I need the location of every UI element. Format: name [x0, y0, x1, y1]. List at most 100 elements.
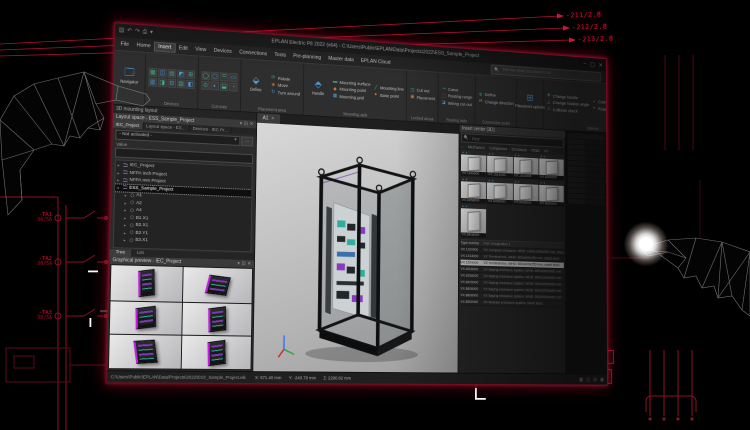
navigator-tab[interactable]: Devices - IEC Pr…	[190, 125, 233, 134]
device-tool-icon[interactable]: ⊟	[167, 79, 176, 88]
ribbon-tab[interactable]: Devices	[210, 46, 236, 55]
part-tile[interactable]: ✦✦ VX.1513000	[487, 151, 512, 178]
device-tool-icon[interactable]: ◫	[158, 68, 167, 77]
column-type-number[interactable]: Type number	[461, 240, 484, 246]
quick-access-icon[interactable]: ↶	[127, 24, 132, 38]
breadcrumb-item[interactable]: VX	[544, 149, 549, 154]
panel-header-icon[interactable]: ▾	[240, 121, 242, 127]
ribbon-tab[interactable]: Insert	[154, 42, 175, 51]
device-tool-icon[interactable]: ▦	[149, 68, 158, 77]
device-tool-icon[interactable]: ◧	[186, 80, 195, 89]
tree-expander-icon[interactable]: ▸	[118, 163, 122, 168]
status-icon[interactable]: ⊞	[593, 377, 596, 383]
ribbon-button[interactable]: ⌗Relative coordinate input	[592, 106, 606, 114]
ribbon-tab[interactable]: Tools	[271, 50, 290, 59]
quick-access-icon[interactable]: ↷	[135, 25, 140, 39]
breadcrumb-item[interactable]: ⌂	[461, 144, 463, 149]
device-tool-icon[interactable]: ▤	[168, 69, 177, 78]
device-tool-icon[interactable]: ▥	[148, 77, 157, 86]
breadcrumb-item[interactable]: Rittal	[531, 148, 539, 153]
cutout-tool-icon[interactable]: ⬭	[220, 72, 228, 81]
tree-expander-icon[interactable]: ▸	[124, 230, 128, 235]
tree-expander-icon[interactable]: ▸	[124, 215, 128, 220]
window-control-icon[interactable]: ✕	[599, 62, 603, 69]
ribbon-button[interactable]: ✥Move	[270, 82, 300, 90]
cutout-tool-icon[interactable]: ◐	[211, 81, 220, 90]
ribbon-button[interactable]: ▦Mounting grid	[332, 93, 370, 101]
window-control-icon[interactable]: ▢	[590, 61, 595, 68]
status-icon[interactable]: ▣	[600, 377, 604, 383]
property-row[interactable]	[568, 199, 605, 205]
preview-thumbnail[interactable]	[109, 335, 181, 369]
part-tile[interactable]: ✦✦ VX.8208000	[539, 154, 564, 181]
part-tile[interactable]: ✦✦ VX.8405000	[487, 178, 512, 205]
part-tile[interactable]: ✦✦ VX.8808000	[539, 180, 564, 207]
status-icon[interactable]: ◱	[586, 377, 590, 383]
ribbon-button[interactable]: ↻Turn around	[270, 89, 300, 97]
part-tile[interactable]: ✦✦ VX.8258000	[461, 177, 487, 204]
tree-expander-icon[interactable]: ▸	[124, 208, 128, 213]
part-tile[interactable]: ✦✦ VX.8608000	[513, 179, 538, 206]
define-button[interactable]: ⬙ Define	[244, 75, 268, 93]
3d-viewport[interactable]	[253, 123, 458, 373]
ribbon-button[interactable]: ◪Wiring cut-out	[441, 100, 472, 107]
ribbon-button[interactable]: ◳Cut out	[410, 87, 435, 94]
ribbon-tab[interactable]: EPLAN Cloud	[357, 56, 394, 66]
panel-header-icon[interactable]: ⊡	[242, 261, 246, 267]
ribbon-tab[interactable]: Edit	[175, 44, 192, 53]
panel-header-icon[interactable]: ✕	[250, 121, 254, 127]
ribbon-button[interactable]: ⚠Collision check	[546, 106, 589, 114]
device-tool-icon[interactable]: ⊞	[186, 70, 195, 79]
ribbon-tab[interactable]: View	[191, 45, 210, 54]
cutout-tool-icon[interactable]: ⬓	[220, 82, 228, 91]
ribbon-tab[interactable]: Master data	[325, 54, 358, 64]
tree-expander-icon[interactable]: ▸	[125, 193, 129, 198]
quick-access-icon[interactable]: ▤	[119, 24, 125, 38]
breadcrumb-item[interactable]: Enclosure	[512, 147, 527, 152]
placement-options-button[interactable]: ⊞ Placement options	[519, 93, 540, 110]
tree-expander-icon[interactable]: ▸	[124, 238, 128, 243]
quick-access-icon[interactable]: ⎙	[142, 25, 147, 39]
cutout-tool-icon[interactable]: ◯	[201, 71, 210, 80]
navigator-tab[interactable]: IEC_Project	[113, 121, 144, 130]
panel-header-icon[interactable]: ✕	[247, 261, 251, 267]
parts-table-row[interactable]: VX.8000000 VX Modular enclosure system, …	[460, 299, 563, 308]
tree-expander-icon[interactable]: ▸	[117, 178, 121, 183]
part-tile[interactable]: ✦✦ VX.1524000	[513, 152, 538, 179]
ribbon-tab[interactable]: Connections	[235, 48, 270, 58]
ribbon-tab[interactable]: Home	[133, 41, 155, 50]
preview-thumbnail[interactable]	[181, 336, 251, 369]
cutout-tool-icon[interactable]: ◔	[229, 83, 237, 92]
filter-more-button[interactable]: …	[241, 136, 253, 146]
handle-button[interactable]: ⬘ Handle	[306, 79, 329, 97]
tree-expander-icon[interactable]: ▸	[124, 200, 128, 205]
preview-thumbnail[interactable]	[111, 265, 183, 301]
tree-expander-icon[interactable]: ▸	[117, 170, 121, 175]
ribbon-tab[interactable]: File	[117, 40, 133, 49]
selected-part-tile[interactable]: ✦✦ VX.8608000	[461, 204, 486, 238]
part-tile[interactable]: ✦✦ VX.1100000	[461, 150, 487, 177]
device-tool-icon[interactable]: ◨	[158, 78, 167, 87]
panel-header-icon[interactable]: ⊡	[244, 121, 248, 127]
navigator-tab[interactable]: Layout space - ES…	[143, 122, 190, 131]
breadcrumb-item[interactable]: Mechanics	[468, 145, 485, 150]
cutout-tool-icon[interactable]: ⊙	[201, 81, 210, 90]
ribbon-button[interactable]: ⇄Change direction	[478, 98, 514, 106]
cutout-tool-icon[interactable]: ▢	[211, 72, 220, 81]
tree-expander-icon[interactable]: ▾	[117, 185, 121, 190]
window-control-icon[interactable]: –	[584, 61, 587, 67]
preview-thumbnail[interactable]	[182, 267, 252, 303]
preview-thumbnail[interactable]	[182, 302, 252, 335]
ribbon-tab[interactable]: Pre-planning	[290, 52, 325, 62]
device-tool-icon[interactable]: ▧	[177, 79, 186, 88]
cutout-tool-icon[interactable]: ▭	[229, 73, 237, 82]
preview-thumbnail[interactable]	[110, 301, 182, 335]
device-tool-icon[interactable]: ◩	[177, 70, 186, 79]
ribbon-button[interactable]: ▣Placement	[410, 94, 435, 101]
panel-header-icon[interactable]: ▾	[237, 261, 239, 267]
close-icon[interactable]: ✕	[271, 116, 275, 122]
tree-expander-icon[interactable]: ▸	[124, 223, 128, 228]
navigator-button[interactable]: 🗔 Navigator	[117, 67, 142, 85]
status-icon[interactable]: ▦	[579, 377, 583, 383]
ribbon-button[interactable]: ●Base point	[373, 92, 404, 100]
